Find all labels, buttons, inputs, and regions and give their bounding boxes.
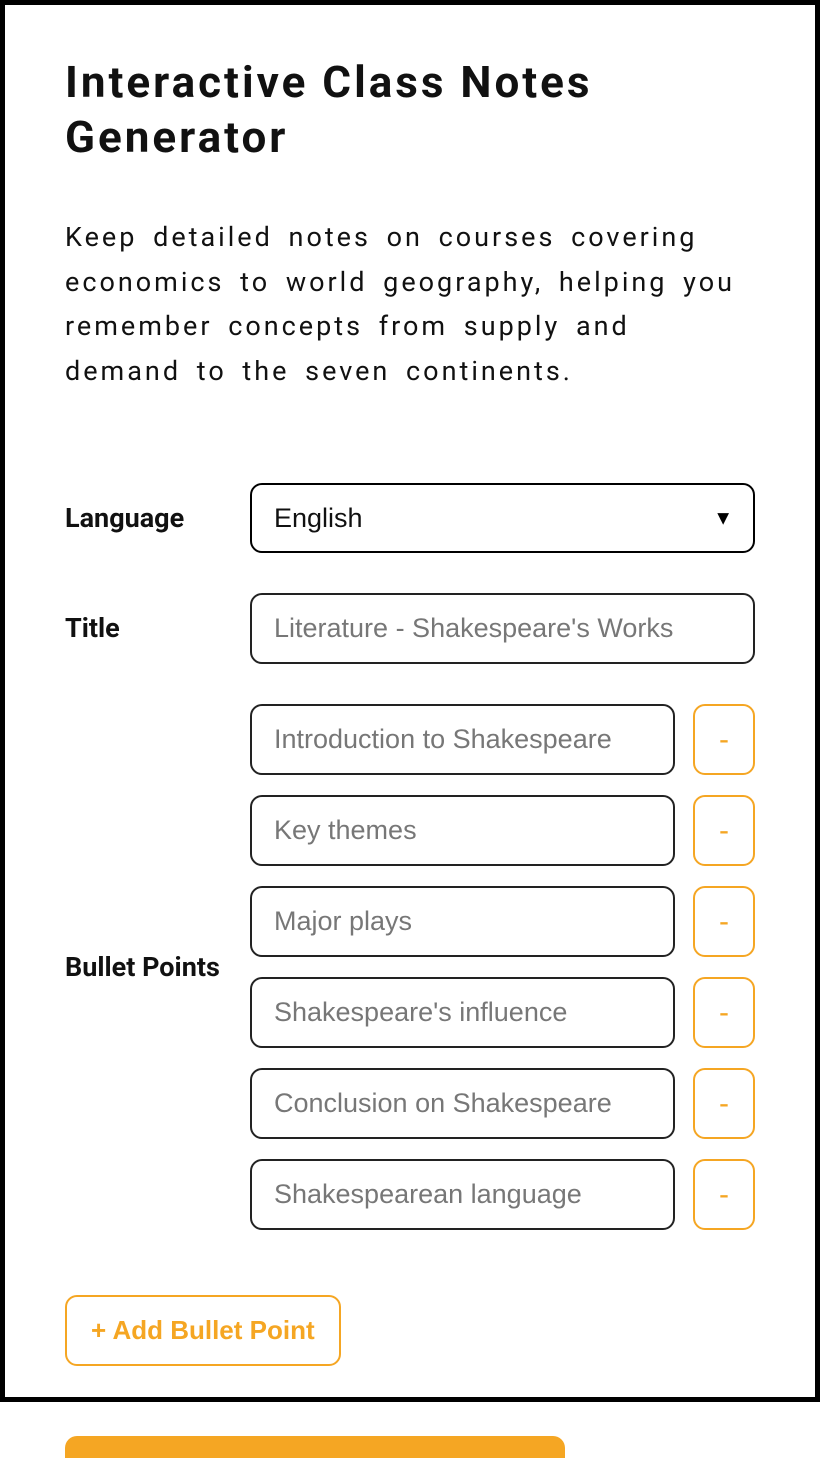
bullet-input[interactable] [250,1068,675,1139]
bullet-input[interactable] [250,977,675,1048]
bullet-input[interactable] [250,704,675,775]
title-input[interactable] [250,593,755,664]
language-select[interactable]: English [250,483,755,553]
submit-button[interactable] [65,1436,565,1458]
page-title: Interactive Class Notes Generator [65,55,755,165]
bullet-row: - [250,1068,755,1139]
bullet-row: - [250,704,755,775]
remove-bullet-button[interactable]: - [693,886,755,957]
title-label: Title [65,608,220,649]
bullet-row: - [250,795,755,866]
page-description: Keep detailed notes on courses covering … [65,215,755,393]
remove-bullet-button[interactable]: - [693,704,755,775]
bullet-row: - [250,1159,755,1230]
bullet-row: - [250,977,755,1048]
bullet-input[interactable] [250,886,675,957]
bullet-input[interactable] [250,795,675,866]
bullet-input[interactable] [250,1159,675,1230]
bullets-label: Bullet Points [65,947,220,988]
remove-bullet-button[interactable]: - [693,795,755,866]
remove-bullet-button[interactable]: - [693,1159,755,1230]
language-label: Language [65,498,220,539]
add-bullet-button[interactable]: + Add Bullet Point [65,1295,341,1366]
remove-bullet-button[interactable]: - [693,977,755,1048]
remove-bullet-button[interactable]: - [693,1068,755,1139]
bullet-row: - [250,886,755,957]
